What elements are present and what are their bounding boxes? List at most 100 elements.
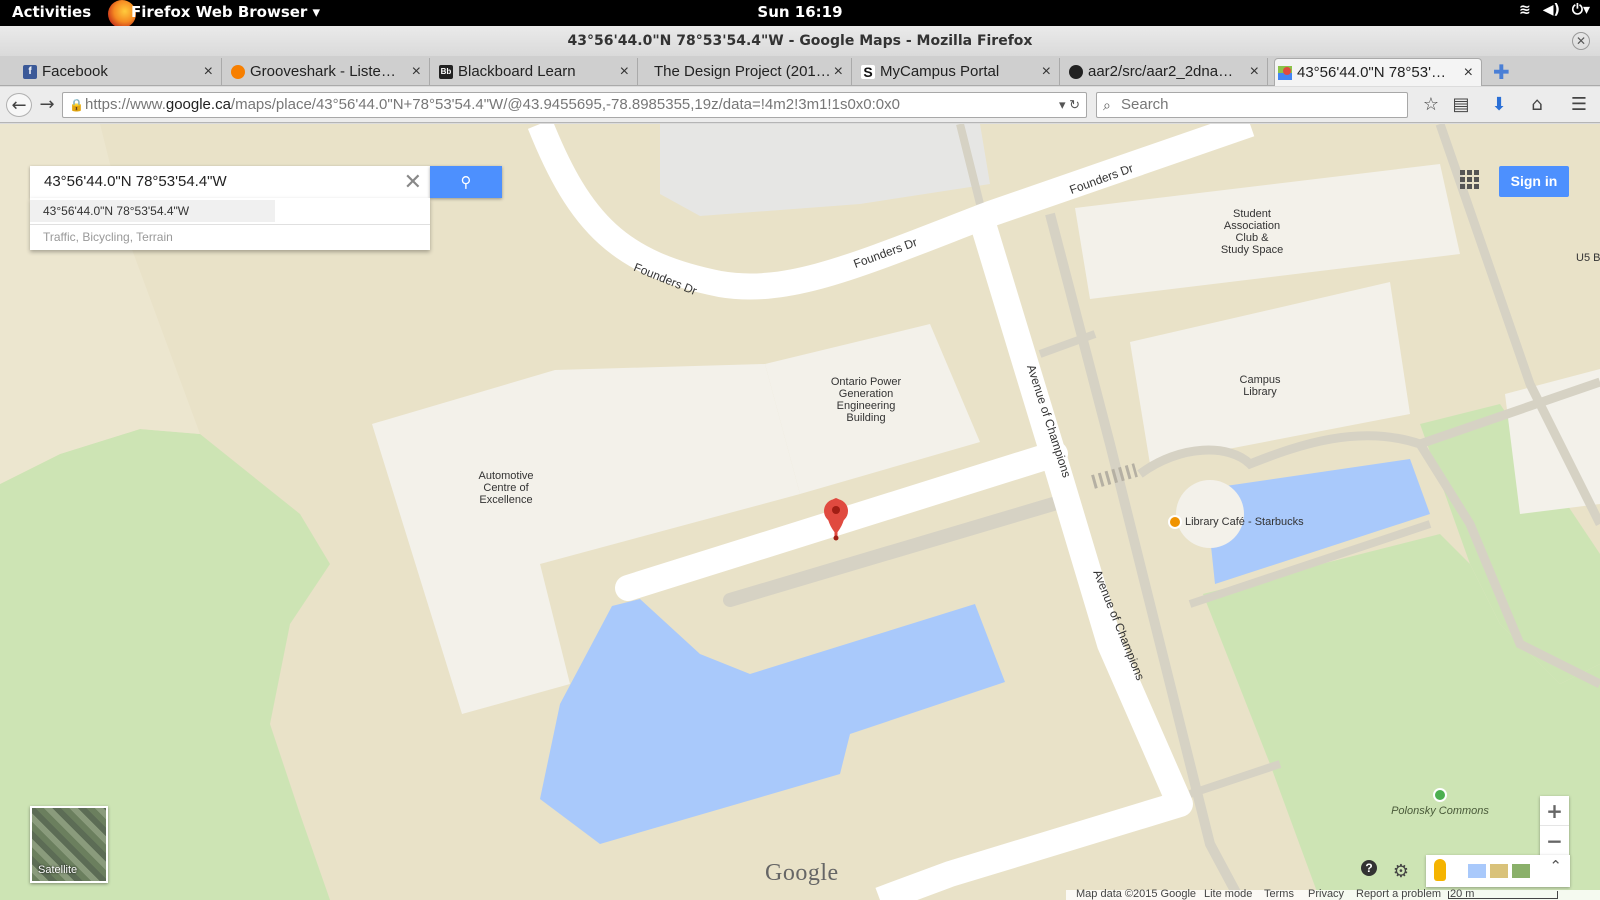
maps-search-value: 43°56'44.0"N 78°53'54.4"W [44,173,227,190]
tab-close-icon[interactable]: × [834,58,843,86]
tab-blackboard[interactable]: Bb Blackboard Learn × [436,58,638,86]
tab-design-project[interactable]: The Design Project (201… × [642,58,852,86]
tab-facebook[interactable]: f Facebook × [20,58,222,86]
zoom-out-button[interactable]: − [1540,826,1569,856]
window-close-button[interactable]: ✕ [1572,32,1590,50]
layers-control[interactable]: ⌃ [1426,855,1570,887]
forward-button[interactable]: → [34,93,60,117]
bookmarks-list-icon[interactable]: ▤ [1448,92,1474,118]
expand-chevron-icon[interactable]: ⌃ [1549,857,1562,875]
url-path: /maps/place/43°56'44.0"N+78°53'54.4"W/@4… [230,96,900,113]
cafe-icon [1168,515,1182,529]
maps-search-input[interactable]: 43°56'44.0"N 78°53'54.4"W ✕ [30,166,430,198]
navigation-bar: ← → 🔒 https://www.google.ca/maps/place/4… [0,87,1600,123]
clear-search-icon[interactable]: ✕ [404,166,422,198]
map-canvas[interactable]: Student Association Club & Study Space U… [0,124,1600,900]
home-icon[interactable]: ⌂ [1524,92,1550,118]
building-top [660,124,990,216]
url-host: google.ca [165,96,231,113]
pegman-icon[interactable] [1434,859,1446,881]
poi-label: Library Café - Starbucks [1185,515,1304,528]
wifi-icon[interactable]: ≋ [1519,2,1531,18]
system-top-bar: Activities Firefox Web Browser ▾ Sun 16:… [0,0,1600,28]
search-engine-icon[interactable]: ⌕ [1103,93,1111,117]
volume-icon[interactable]: ◀) [1543,2,1560,18]
power-icon[interactable]: ⏻▾ [1572,2,1590,18]
tab-close-icon[interactable]: × [1464,59,1473,86]
report-problem-link[interactable]: Report a problem [1356,888,1441,900]
poi-library-cafe[interactable]: Library Café - Starbucks [1168,515,1304,529]
satellite-label: Satellite [38,864,78,876]
help-icon[interactable]: ? [1360,859,1386,885]
tab-close-icon[interactable]: × [1042,58,1051,86]
search-bar[interactable]: ⌕ Search [1096,92,1408,118]
firefox-window: 43°56'44.0"N 78°53'54.4"W - Google Maps … [0,26,1600,900]
zoom-in-button[interactable]: + [1540,796,1569,826]
scale-bar [1448,891,1558,899]
tab-github[interactable]: aar2/src/aar2_2dna… × [1066,58,1268,86]
grooveshark-icon [231,65,245,79]
layer-thumb-1[interactable] [1468,864,1486,878]
window-titlebar[interactable]: 43°56'44.0"N 78°53'54.4"W - Google Maps … [0,26,1600,56]
tab-google-maps[interactable]: 43°56'44.0"N 78°53'… × [1274,58,1482,86]
label-campus-library[interactable]: Campus Library [1220,374,1300,398]
poi-polonsky-commons[interactable]: Polonsky Commons [1380,788,1500,817]
svg-text:?: ? [1365,861,1372,875]
system-tray[interactable]: ≋ ◀) ⏻▾ [1519,2,1590,18]
apps-grid-icon[interactable] [1460,170,1482,192]
tab-close-icon[interactable]: × [620,58,629,86]
facebook-icon: f [23,65,37,79]
tab-label: MyCampus Portal [880,63,1000,80]
google-logo: Google [765,860,839,886]
menu-icon[interactable]: ☰ [1566,92,1592,118]
label-opg-building[interactable]: Ontario Power Generation Engineering Bui… [820,376,912,424]
url-prefix: https://www. [85,96,166,113]
map-data-attribution: Map data ©2015 Google [1076,888,1197,900]
tab-label: Facebook [42,63,108,80]
lock-icon[interactable]: 🔒 [69,93,84,117]
download-icon[interactable]: ⬇ [1486,92,1512,118]
layer-thumb-2[interactable] [1490,864,1508,878]
github-icon [1069,65,1083,79]
tab-grooveshark[interactable]: Grooveshark - Liste… × [228,58,430,86]
google-maps-icon [1278,66,1292,80]
lite-mode-link[interactable]: Lite mode [1204,888,1252,900]
tab-bar: f Facebook × Grooveshark - Liste… × Bb B… [0,56,1600,86]
s-icon: S [861,65,875,79]
search-suggestions: 43°56'44.0"N 78°53'54.4"W Traffic, Bicyc… [30,198,430,250]
maps-search-button[interactable]: ⚲ [430,166,502,198]
terms-link[interactable]: Terms [1264,888,1294,900]
label-student-association[interactable]: Student Association Club & Study Space [1212,208,1292,256]
bookmark-star-icon[interactable]: ☆ [1418,92,1444,118]
tab-mycampus[interactable]: S MyCampus Portal × [858,58,1060,86]
clock[interactable]: Sun 16:19 [0,3,1600,21]
settings-gear-icon[interactable]: ⚙ [1388,859,1414,885]
zoom-control: + − [1540,796,1569,856]
tab-close-icon[interactable]: × [412,58,421,86]
satellite-toggle[interactable]: Satellite [30,806,108,883]
crosswalk [1091,463,1138,489]
privacy-link[interactable]: Privacy [1308,888,1344,900]
url-bar[interactable]: 🔒 https://www.google.ca/maps/place/43°56… [62,92,1087,118]
back-button[interactable]: ← [6,93,32,117]
suggestion-coordinates[interactable]: 43°56'44.0"N 78°53'54.4"W [30,200,275,222]
tab-label: The Design Project (201… [654,63,831,80]
search-icon: ⚲ [460,173,472,191]
layer-thumb-3[interactable] [1512,864,1530,878]
tab-close-icon[interactable]: × [1250,58,1259,86]
sign-in-button[interactable]: Sign in [1499,166,1569,197]
blackboard-icon: Bb [439,65,453,79]
window-title: 43°56'44.0"N 78°53'54.4"W - Google Maps … [567,33,1033,49]
tab-label: aar2/src/aar2_2dna… [1088,63,1234,80]
library-plaza [1176,480,1244,548]
footpath-8 [1188,760,1282,798]
label-automotive-centre[interactable]: Automotive Centre of Excellence [466,470,546,506]
suggestion-layers[interactable]: Traffic, Bicycling, Terrain [30,224,430,248]
tab-label: Blackboard Learn [458,63,576,80]
tab-close-icon[interactable]: × [204,58,213,86]
new-tab-button[interactable]: ✚ [1493,60,1510,84]
reload-icon[interactable]: ▾ ↻ [1059,93,1080,117]
label-u5[interactable]: U5 B [1576,252,1600,264]
tab-label: 43°56'44.0"N 78°53'… [1297,64,1446,81]
water-pond-main [540,599,1005,844]
